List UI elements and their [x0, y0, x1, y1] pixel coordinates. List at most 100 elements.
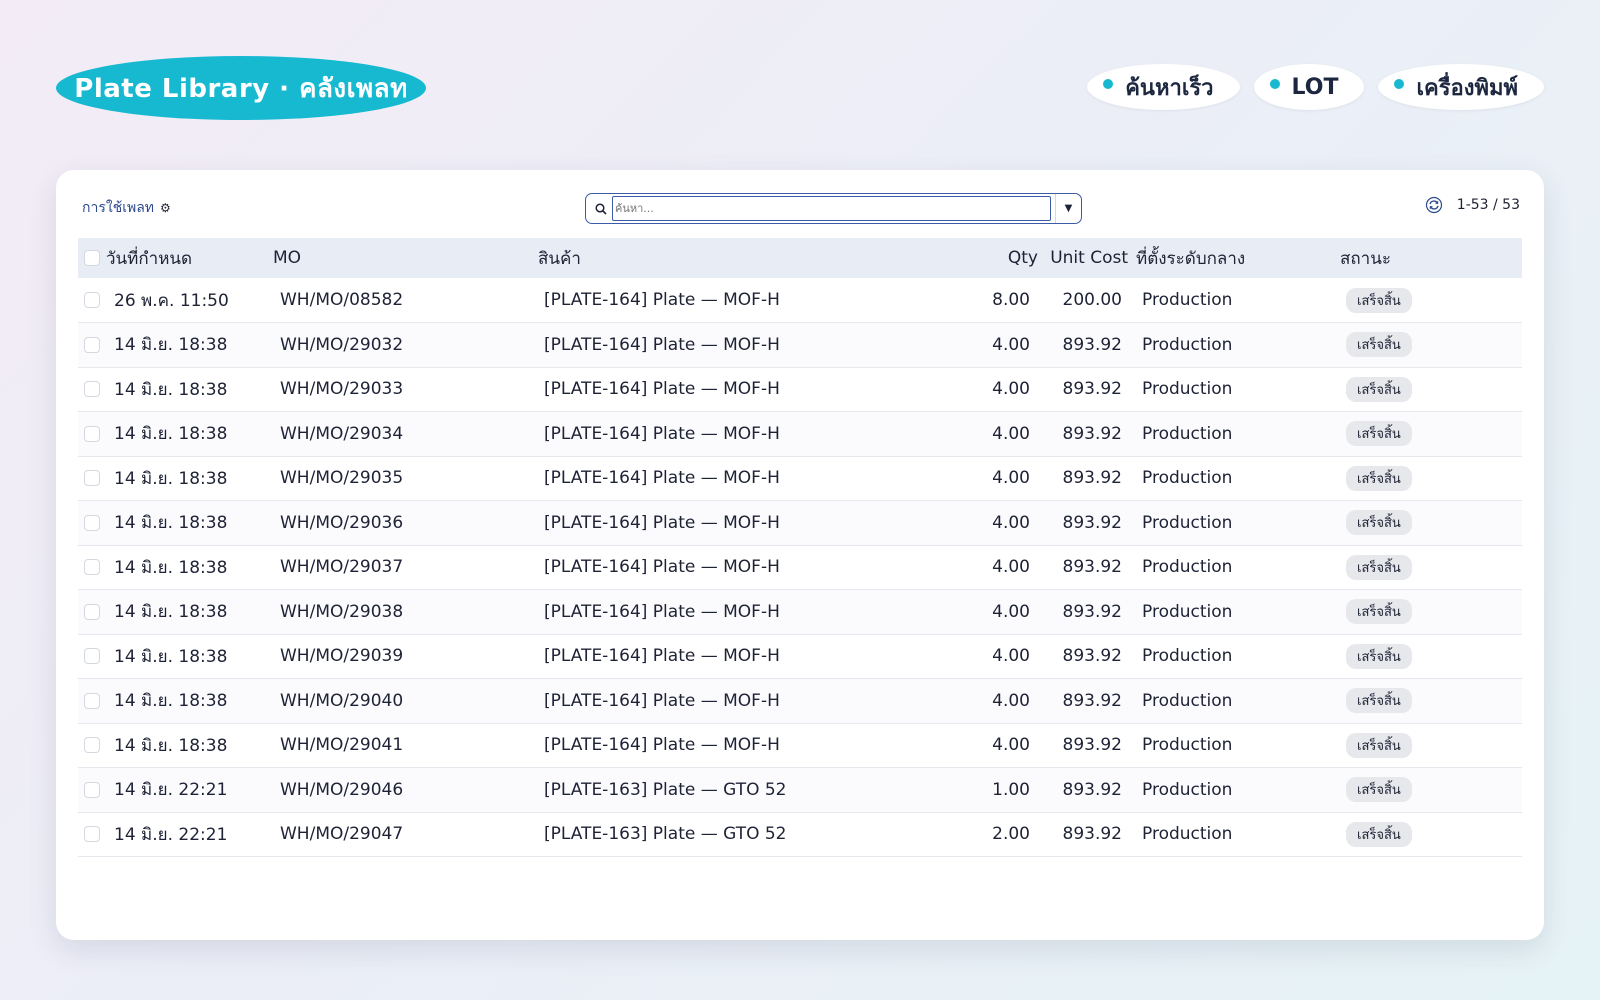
status-badge: เสร็จสิ้น: [1346, 421, 1412, 447]
row-select-cell: [78, 456, 106, 501]
quick-search-button[interactable]: ค้นหาเร็ว: [1087, 64, 1240, 110]
breadcrumb[interactable]: การใช้เพลท ⚙: [82, 197, 171, 219]
cell-mo: WH/MO/29038: [280, 601, 404, 622]
header-unit-cost[interactable]: Unit Cost: [1038, 238, 1128, 278]
cell-mo: WH/MO/29039: [280, 646, 404, 667]
table-row[interactable]: 14 มิ.ย. 22:21 WH/MO/29046 [PLATE-163] Pla…: [78, 767, 1522, 813]
table-row[interactable]: 14 มิ.ย. 18:38 WH/MO/29038 [PLATE-164] Pla…: [78, 589, 1522, 635]
header-location[interactable]: ที่ตั้งระดับกลาง: [1128, 238, 1340, 278]
row-checkbox[interactable]: [84, 381, 100, 398]
cell-status: เสร็จสิ้น: [1340, 768, 1522, 813]
header-product[interactable]: สินค้า: [538, 238, 938, 278]
row-checkbox[interactable]: [84, 737, 100, 754]
cell-unit-cost: 893.92: [1062, 690, 1122, 711]
cell-location: Production: [1142, 735, 1233, 756]
row-checkbox[interactable]: [84, 425, 100, 442]
cell-status: เสร็จสิ้น: [1340, 590, 1522, 635]
header-qty[interactable]: Qty: [938, 238, 1038, 278]
cell-location: Production: [1142, 824, 1233, 845]
row-checkbox[interactable]: [84, 336, 100, 353]
cell-status: เสร็จสิ้น: [1340, 812, 1522, 857]
row-checkbox[interactable]: [84, 559, 100, 576]
table-row[interactable]: 14 มิ.ย. 18:38 WH/MO/29037 [PLATE-164] Pla…: [78, 545, 1522, 590]
cell-unit-cost: 893.92: [1062, 379, 1122, 400]
cell-date: 14 มิ.ย. 18:38: [114, 335, 228, 356]
cell-date: 14 มิ.ย. 18:38: [114, 379, 228, 400]
cell-date: 14 มิ.ย. 18:38: [114, 513, 228, 534]
cell-product: [PLATE-163] Plate — GTO 52: [544, 824, 787, 845]
cell-mo: WH/MO/29035: [280, 468, 404, 489]
cell-product: [PLATE-164] Plate — MOF-H: [544, 690, 780, 711]
cell-unit-cost: 893.92: [1062, 601, 1122, 622]
cell-location: Production: [1142, 512, 1233, 533]
table-row[interactable]: 14 มิ.ย. 18:38 WH/MO/29034 [PLATE-164] Pla…: [78, 411, 1522, 456]
cell-unit-cost: 893.92: [1062, 824, 1122, 845]
table-row[interactable]: 14 มิ.ย. 18:38 WH/MO/29033 [PLATE-164] Pla…: [78, 367, 1522, 412]
row-checkbox[interactable]: [84, 603, 100, 620]
search-icon: [586, 202, 608, 215]
cell-qty: 4.00: [992, 334, 1030, 355]
table-row[interactable]: 14 มิ.ย. 18:38 WH/MO/29039 [PLATE-164] Pla…: [78, 634, 1522, 679]
cell-date: 14 มิ.ย. 22:21: [114, 780, 228, 801]
header-status[interactable]: สถานะ: [1340, 238, 1522, 278]
table-row[interactable]: 14 มิ.ย. 18:38 WH/MO/29036 [PLATE-164] Pla…: [78, 500, 1522, 546]
row-select-cell: [78, 590, 106, 635]
cell-product: [PLATE-164] Plate — MOF-H: [544, 601, 780, 622]
cell-status: เสร็จสิ้น: [1340, 545, 1522, 590]
cell-product: [PLATE-164] Plate — MOF-H: [544, 379, 780, 400]
table-row[interactable]: 14 มิ.ย. 18:38 WH/MO/29032 [PLATE-164] Pla…: [78, 322, 1522, 368]
row-checkbox[interactable]: [84, 781, 100, 798]
search-box: ▼: [585, 193, 1082, 224]
cell-product: [PLATE-164] Plate — MOF-H: [544, 334, 780, 355]
cell-location: Production: [1142, 290, 1233, 310]
select-all-checkbox[interactable]: [84, 250, 100, 266]
row-checkbox[interactable]: [84, 292, 100, 308]
cell-qty: 4.00: [992, 646, 1030, 667]
row-select-cell: [78, 323, 106, 368]
row-select-cell: [78, 501, 106, 546]
table-row[interactable]: 14 มิ.ย. 18:38 WH/MO/29035 [PLATE-164] Pla…: [78, 456, 1522, 501]
header-date[interactable]: วันที่กำหนด: [106, 238, 273, 278]
row-select-cell: [78, 545, 106, 590]
status-badge: เสร็จสิ้น: [1346, 777, 1412, 803]
search-input[interactable]: [612, 196, 1051, 221]
status-badge: เสร็จสิ้น: [1346, 821, 1412, 847]
table-row[interactable]: 26 พ.ค. 11:50 WH/MO/08582 [PLATE-164] Plat…: [78, 278, 1522, 323]
status-badge: เสร็จสิ้น: [1346, 688, 1412, 714]
row-checkbox[interactable]: [84, 826, 100, 843]
row-checkbox[interactable]: [84, 648, 100, 665]
row-select-cell: [78, 367, 106, 412]
cell-date: 14 มิ.ย. 18:38: [114, 468, 228, 489]
table-row[interactable]: 14 มิ.ย. 18:38 WH/MO/29041 [PLATE-164] Pla…: [78, 723, 1522, 768]
plate-usage-card: การใช้เพลท ⚙ ▼ 1-53 / 53: [56, 170, 1544, 940]
cell-qty: 4.00: [992, 690, 1030, 711]
lot-button[interactable]: LOT: [1253, 64, 1365, 110]
top-actions: ค้นหาเร็ว LOT เครื่องพิมพ์: [1087, 64, 1544, 110]
gear-icon[interactable]: ⚙: [160, 201, 171, 215]
header-mo[interactable]: MO: [273, 238, 538, 278]
cell-mo: WH/MO/08582: [280, 290, 404, 310]
list-toolbar: การใช้เพลท ⚙ ▼ 1-53 / 53: [56, 170, 1544, 240]
breadcrumb-label: การใช้เพลท: [82, 200, 155, 216]
row-select-cell: [78, 278, 106, 323]
cell-status: เสร็จสิ้น: [1340, 679, 1522, 724]
cell-location: Production: [1142, 646, 1233, 667]
cell-location: Production: [1142, 690, 1233, 711]
status-badge: เสร็จสิ้น: [1346, 465, 1412, 491]
cell-product: [PLATE-164] Plate — MOF-H: [544, 646, 780, 667]
status-badge: เสร็จสิ้น: [1346, 554, 1412, 580]
caret-down-icon[interactable]: ▼: [1055, 194, 1081, 223]
table-row[interactable]: 14 มิ.ย. 18:38 WH/MO/29040 [PLATE-164] Pla…: [78, 678, 1522, 724]
row-checkbox[interactable]: [84, 692, 100, 709]
refresh-icon[interactable]: [1425, 196, 1443, 214]
cell-qty: 4.00: [992, 735, 1030, 756]
cell-qty: 4.00: [992, 379, 1030, 400]
row-checkbox[interactable]: [84, 514, 100, 531]
lot-label: LOT: [1291, 74, 1339, 100]
cell-date: 14 มิ.ย. 18:38: [114, 602, 228, 623]
cell-location: Production: [1142, 779, 1233, 800]
printer-button[interactable]: เครื่องพิมพ์: [1378, 64, 1544, 110]
table-row[interactable]: 14 มิ.ย. 22:21 WH/MO/29047 [PLATE-163] Pla…: [78, 812, 1522, 857]
row-checkbox[interactable]: [84, 470, 100, 487]
cell-mo: WH/MO/29037: [280, 557, 404, 578]
